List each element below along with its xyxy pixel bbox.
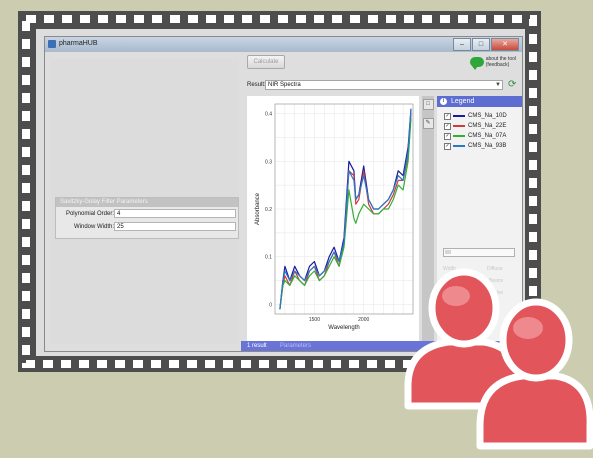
x-tick-label: 2000 [358,317,369,323]
legend-swatch [453,115,465,117]
feedback-bubble-icon [469,57,484,70]
calculate-button[interactable]: Calculate [247,55,285,69]
legend-item-label: CMS_Na_93B [468,143,507,149]
users-icon [400,266,593,453]
app-icon [48,40,56,48]
window-title: pharmaHUB [59,40,98,47]
filter-parameters-header: Savitzky-Golay Filter Parameters [56,198,238,207]
legend-checkbox[interactable]: ✓ [444,143,451,150]
legend-header: i Legend [437,96,522,107]
polynomial-order-input[interactable]: 4 [114,209,236,218]
window-width-row: Window Width: 25 [56,222,238,233]
about-tool-label: about the tool (feedback) [485,56,516,68]
legend-swatch [453,135,465,137]
y-tick-label: 0.4 [265,112,272,118]
about-tool-link[interactable]: about the tool (feedback) [469,56,516,70]
window-width-input[interactable]: 25 [114,222,236,231]
legend-scrollbar[interactable] [443,248,515,257]
maximize-icon[interactable]: □ [472,38,490,51]
chart-grid [275,104,413,314]
legend-item-label: CMS_Na_07A [468,133,507,139]
legend-item-label: CMS_Na_10D [468,113,507,119]
y-tick-label: 0.2 [265,207,272,213]
legend-checkbox[interactable]: ✓ [444,133,451,140]
result-label: Result: [247,82,266,88]
zoom-tool-icon[interactable]: □ [422,99,434,110]
tab-parameters[interactable]: Parameters [280,341,311,351]
refresh-icon[interactable]: ⟳ [508,79,520,90]
window-width-label: Window Width: [73,224,114,230]
chevron-down-icon: ▼ [495,82,501,88]
legend-checkbox[interactable]: ✓ [444,123,451,130]
result-selected-value: NIR Spectra [268,82,301,88]
left-panel: Savitzky-Golay Filter Parameters Polynom… [51,59,239,344]
legend-swatch [453,125,465,127]
y-axis-label: Absorbance [255,192,261,225]
users-icon-drawing [404,268,593,450]
y-tick-label: 0.1 [265,255,272,261]
spectra-chart-svg: 0 0.1 0.2 0.3 0.4 1500 2000 Wavelength Absorba… [255,103,414,331]
x-tick-label: 1500 [309,317,320,323]
scrollbar-thumb[interactable] [445,250,451,254]
legend-item[interactable]: ✓ CMS_Na_07A [437,131,522,141]
y-tick-label: 0.3 [265,159,272,165]
minimize-icon[interactable]: – [453,38,471,51]
legend-title: Legend [451,98,475,105]
y-tick-label: 0 [269,302,272,308]
legend-item-label: CMS_Na_22E [468,123,507,129]
result-selector-row: Result: NIR Spectra ▼ ⟳ [247,79,520,91]
spectra-chart: 0 0.1 0.2 0.3 0.4 1500 2000 Wavelength Absorba… [247,96,419,341]
legend-swatch [453,145,465,147]
result-select[interactable]: NIR Spectra ▼ [265,80,503,90]
title-bar: pharmaHUB – □ ✕ [45,37,522,52]
legend-item[interactable]: ✓ CMS_Na_93B [437,141,522,151]
window-controls: – □ ✕ [453,38,519,51]
legend-item[interactable]: ✓ CMS_Na_22E [437,121,522,131]
filter-parameters-box: Savitzky-Golay Filter Parameters Polynom… [55,197,239,239]
result-count: 1 result [247,343,267,349]
polynomial-order-label: Polynomial Order: [65,211,114,217]
polynomial-order-row: Polynomial Order: 4 [56,209,238,220]
info-icon[interactable]: i [440,98,447,105]
edit-tool-icon[interactable]: ✎ [422,118,434,129]
close-icon[interactable]: ✕ [491,38,519,51]
legend-item[interactable]: ✓ CMS_Na_10D [437,111,522,121]
legend-checkbox[interactable]: ✓ [444,113,451,120]
x-axis-label: Wavelength [328,325,359,331]
